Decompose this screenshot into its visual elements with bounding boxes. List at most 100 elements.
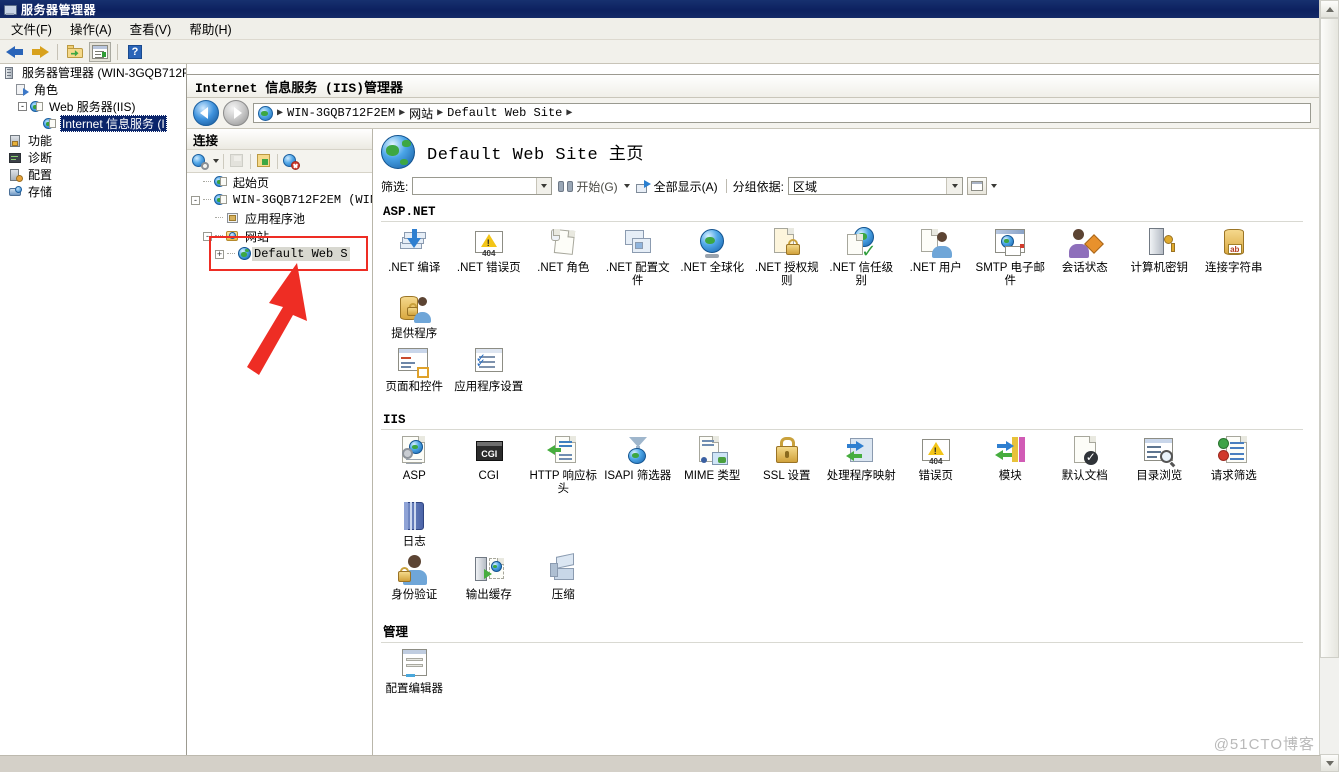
feature-isapi-filters[interactable]: ISAPI 筛选器 (601, 434, 676, 496)
filter-go-label: 开始(G) (576, 179, 618, 194)
feature-net-roles[interactable]: .NET 角色 (526, 226, 601, 288)
cgi-icon: CGI (472, 434, 506, 468)
compression-icon (546, 553, 580, 587)
scroll-up-button[interactable] (1320, 0, 1339, 18)
connect-server-icon[interactable] (255, 152, 273, 170)
feature-net-compilation[interactable]: .NET 编译 (377, 226, 452, 288)
feature-net-trust-levels[interactable]: ✓ .NET 信任级别 (824, 226, 899, 288)
feature-mime-types[interactable]: MIME 类型 (675, 434, 750, 496)
chevron-down-icon[interactable] (536, 178, 552, 194)
feature-handler-mappings[interactable]: 处理程序映射 (824, 434, 899, 496)
connections-tree[interactable]: 起始页 - WIN-3GQB712F2EM (WIN 应用程序池 - 网站 + … (187, 173, 372, 758)
console-tree-item-roles[interactable]: 角色 (0, 81, 186, 98)
iis-back-button[interactable] (193, 100, 219, 126)
console-tree-item-storage[interactable]: 存储 (0, 183, 186, 200)
filter-go-button[interactable]: 开始(G) (556, 177, 619, 196)
feature-pages-and-controls[interactable]: 页面和控件 (377, 345, 452, 394)
configuration-editor-icon (397, 647, 431, 681)
server-icon (2, 66, 17, 80)
connection-tree-item-start-page[interactable]: 起始页 (187, 173, 372, 191)
view-mode-button[interactable] (967, 177, 988, 195)
feature-cgi[interactable]: CGI CGI (452, 434, 527, 496)
feature-net-authorization-rules[interactable]: .NET 授权规则 (750, 226, 825, 288)
menu-item-file[interactable]: 文件(F) (2, 16, 61, 41)
feature-connection-strings[interactable]: ab 连接字符串 (1197, 226, 1272, 288)
feature-request-filtering[interactable]: 请求筛选 (1197, 434, 1272, 496)
chevron-down-icon[interactable] (946, 178, 963, 194)
status-bar (0, 755, 1320, 772)
menu-item-help[interactable]: 帮助(H) (180, 16, 240, 41)
connection-tree-item-sites[interactable]: - 网站 (187, 227, 372, 245)
connection-tree-item-server[interactable]: - WIN-3GQB712F2EM (WIN (187, 191, 372, 209)
group-by-select[interactable]: 区域 (788, 177, 964, 195)
connections-toolbar (187, 150, 372, 173)
console-tree-item-iis[interactable]: Internet 信息服务 (I (0, 115, 186, 132)
feature-application-settings[interactable]: ✓ ✓ 应用程序设置 (452, 345, 527, 394)
chevron-down-icon[interactable] (213, 159, 219, 163)
chevron-down-icon[interactable] (623, 184, 630, 188)
connection-tree-label: 起始页 (233, 176, 270, 191)
feature-error-pages[interactable]: 404 错误页 (899, 434, 974, 496)
chevron-down-icon[interactable] (991, 184, 998, 188)
feature-session-state[interactable]: 会话状态 (1048, 226, 1123, 288)
smtp-email-icon (993, 226, 1027, 260)
back-button[interactable] (4, 42, 26, 62)
feature-directory-browsing[interactable]: 目录浏览 (1122, 434, 1197, 496)
feature-configuration-editor[interactable]: 配置编辑器 (377, 647, 452, 696)
section-aspnet: ASP.NET .NET 编译 ! 404 .NET 错误页 .NET 角色 .… (377, 204, 1319, 398)
menu-item-view[interactable]: 查看(V) (121, 16, 181, 41)
connection-tree-item-default-web-site[interactable]: + Default Web S (187, 245, 372, 263)
breadcrumb-server[interactable]: WIN-3GQB712F2EM (287, 106, 395, 120)
feature-net-users[interactable]: .NET 用户 (899, 226, 974, 288)
web-server-icon (29, 100, 44, 114)
feature-net-globalization[interactable]: .NET 全球化 (675, 226, 750, 288)
feature-label: 目录浏览 (1136, 470, 1183, 482)
forward-button[interactable] (29, 42, 51, 62)
feature-compression[interactable]: 压缩 (526, 553, 601, 602)
console-tree-item-diagnostics[interactable]: 诊断 (0, 149, 186, 166)
connection-tree-item-app-pools[interactable]: 应用程序池 (187, 209, 372, 227)
help-button[interactable]: ? (124, 42, 146, 62)
show-all-button[interactable]: 全部显示(A) (634, 177, 720, 196)
feature-smtp-email[interactable]: SMTP 电子邮件 (973, 226, 1048, 288)
mime-types-icon (695, 434, 729, 468)
feature-providers[interactable]: 提供程序 (377, 292, 452, 341)
help-icon: ? (128, 44, 142, 59)
feature-net-error-pages[interactable]: 404 .NET 错误页 (452, 226, 527, 288)
feature-authentication[interactable]: 身份验证 (377, 553, 452, 602)
breadcrumb-default-web-site[interactable]: Default Web Site (447, 106, 562, 120)
filter-input[interactable] (412, 177, 553, 195)
console-tree-item-configuration[interactable]: 配置 (0, 166, 186, 183)
show-hide-console-tree-button[interactable] (89, 41, 111, 62)
console-tree-item-server-manager[interactable]: 服务器管理器 (WIN-3GQB712F2EM (0, 64, 186, 81)
feature-net-profile[interactable]: .NET 配置文件 (601, 226, 676, 288)
net-error-pages-icon: 404 (472, 226, 506, 260)
feature-output-caching[interactable]: 输出缓存 (452, 553, 527, 602)
expander-collapse-icon[interactable]: - (18, 102, 27, 111)
feature-ssl-settings[interactable]: SSL 设置 (750, 434, 825, 496)
breadcrumb[interactable]: ▶ WIN-3GQB712F2EM ▶ 网站 ▶ Default Web Sit… (253, 103, 1311, 123)
feature-machine-key[interactable]: 计算机密钥 (1122, 226, 1197, 288)
up-folder-button[interactable] (64, 42, 86, 62)
iis-forward-button[interactable] (223, 100, 249, 126)
feature-asp[interactable]: ASP (377, 434, 452, 496)
disconnect-icon[interactable] (282, 152, 300, 170)
feature-modules[interactable]: 模块 (973, 434, 1048, 496)
feature-logging[interactable]: 日志 (377, 500, 452, 549)
console-tree-item-features[interactable]: 功能 (0, 132, 186, 149)
window-scrollbar[interactable] (1319, 0, 1339, 772)
console-tree-item-web-server[interactable]: - Web 服务器(IIS) (0, 98, 186, 115)
expander-collapse-icon[interactable]: - (203, 231, 212, 241)
feature-default-document[interactable]: ✓ 默认文档 (1048, 434, 1123, 496)
connect-icon[interactable] (191, 152, 209, 170)
console-tree-pane[interactable]: 服务器管理器 (WIN-3GQB712F2EM 角色 - Web 服务器(IIS… (0, 64, 187, 756)
feature-http-response-headers[interactable]: HTTP 响应标头 (526, 434, 601, 496)
scrollbar-thumb[interactable] (1320, 18, 1339, 658)
menu-item-action[interactable]: 操作(A) (61, 16, 121, 41)
breadcrumb-sites[interactable]: 网站 (409, 105, 433, 122)
expander-collapse-icon[interactable]: - (191, 195, 200, 205)
feature-label: .NET 全球化 (680, 262, 745, 274)
filter-label: 筛选: (381, 179, 409, 194)
scroll-down-button[interactable] (1320, 754, 1339, 772)
expander-expand-icon[interactable]: + (215, 249, 224, 259)
